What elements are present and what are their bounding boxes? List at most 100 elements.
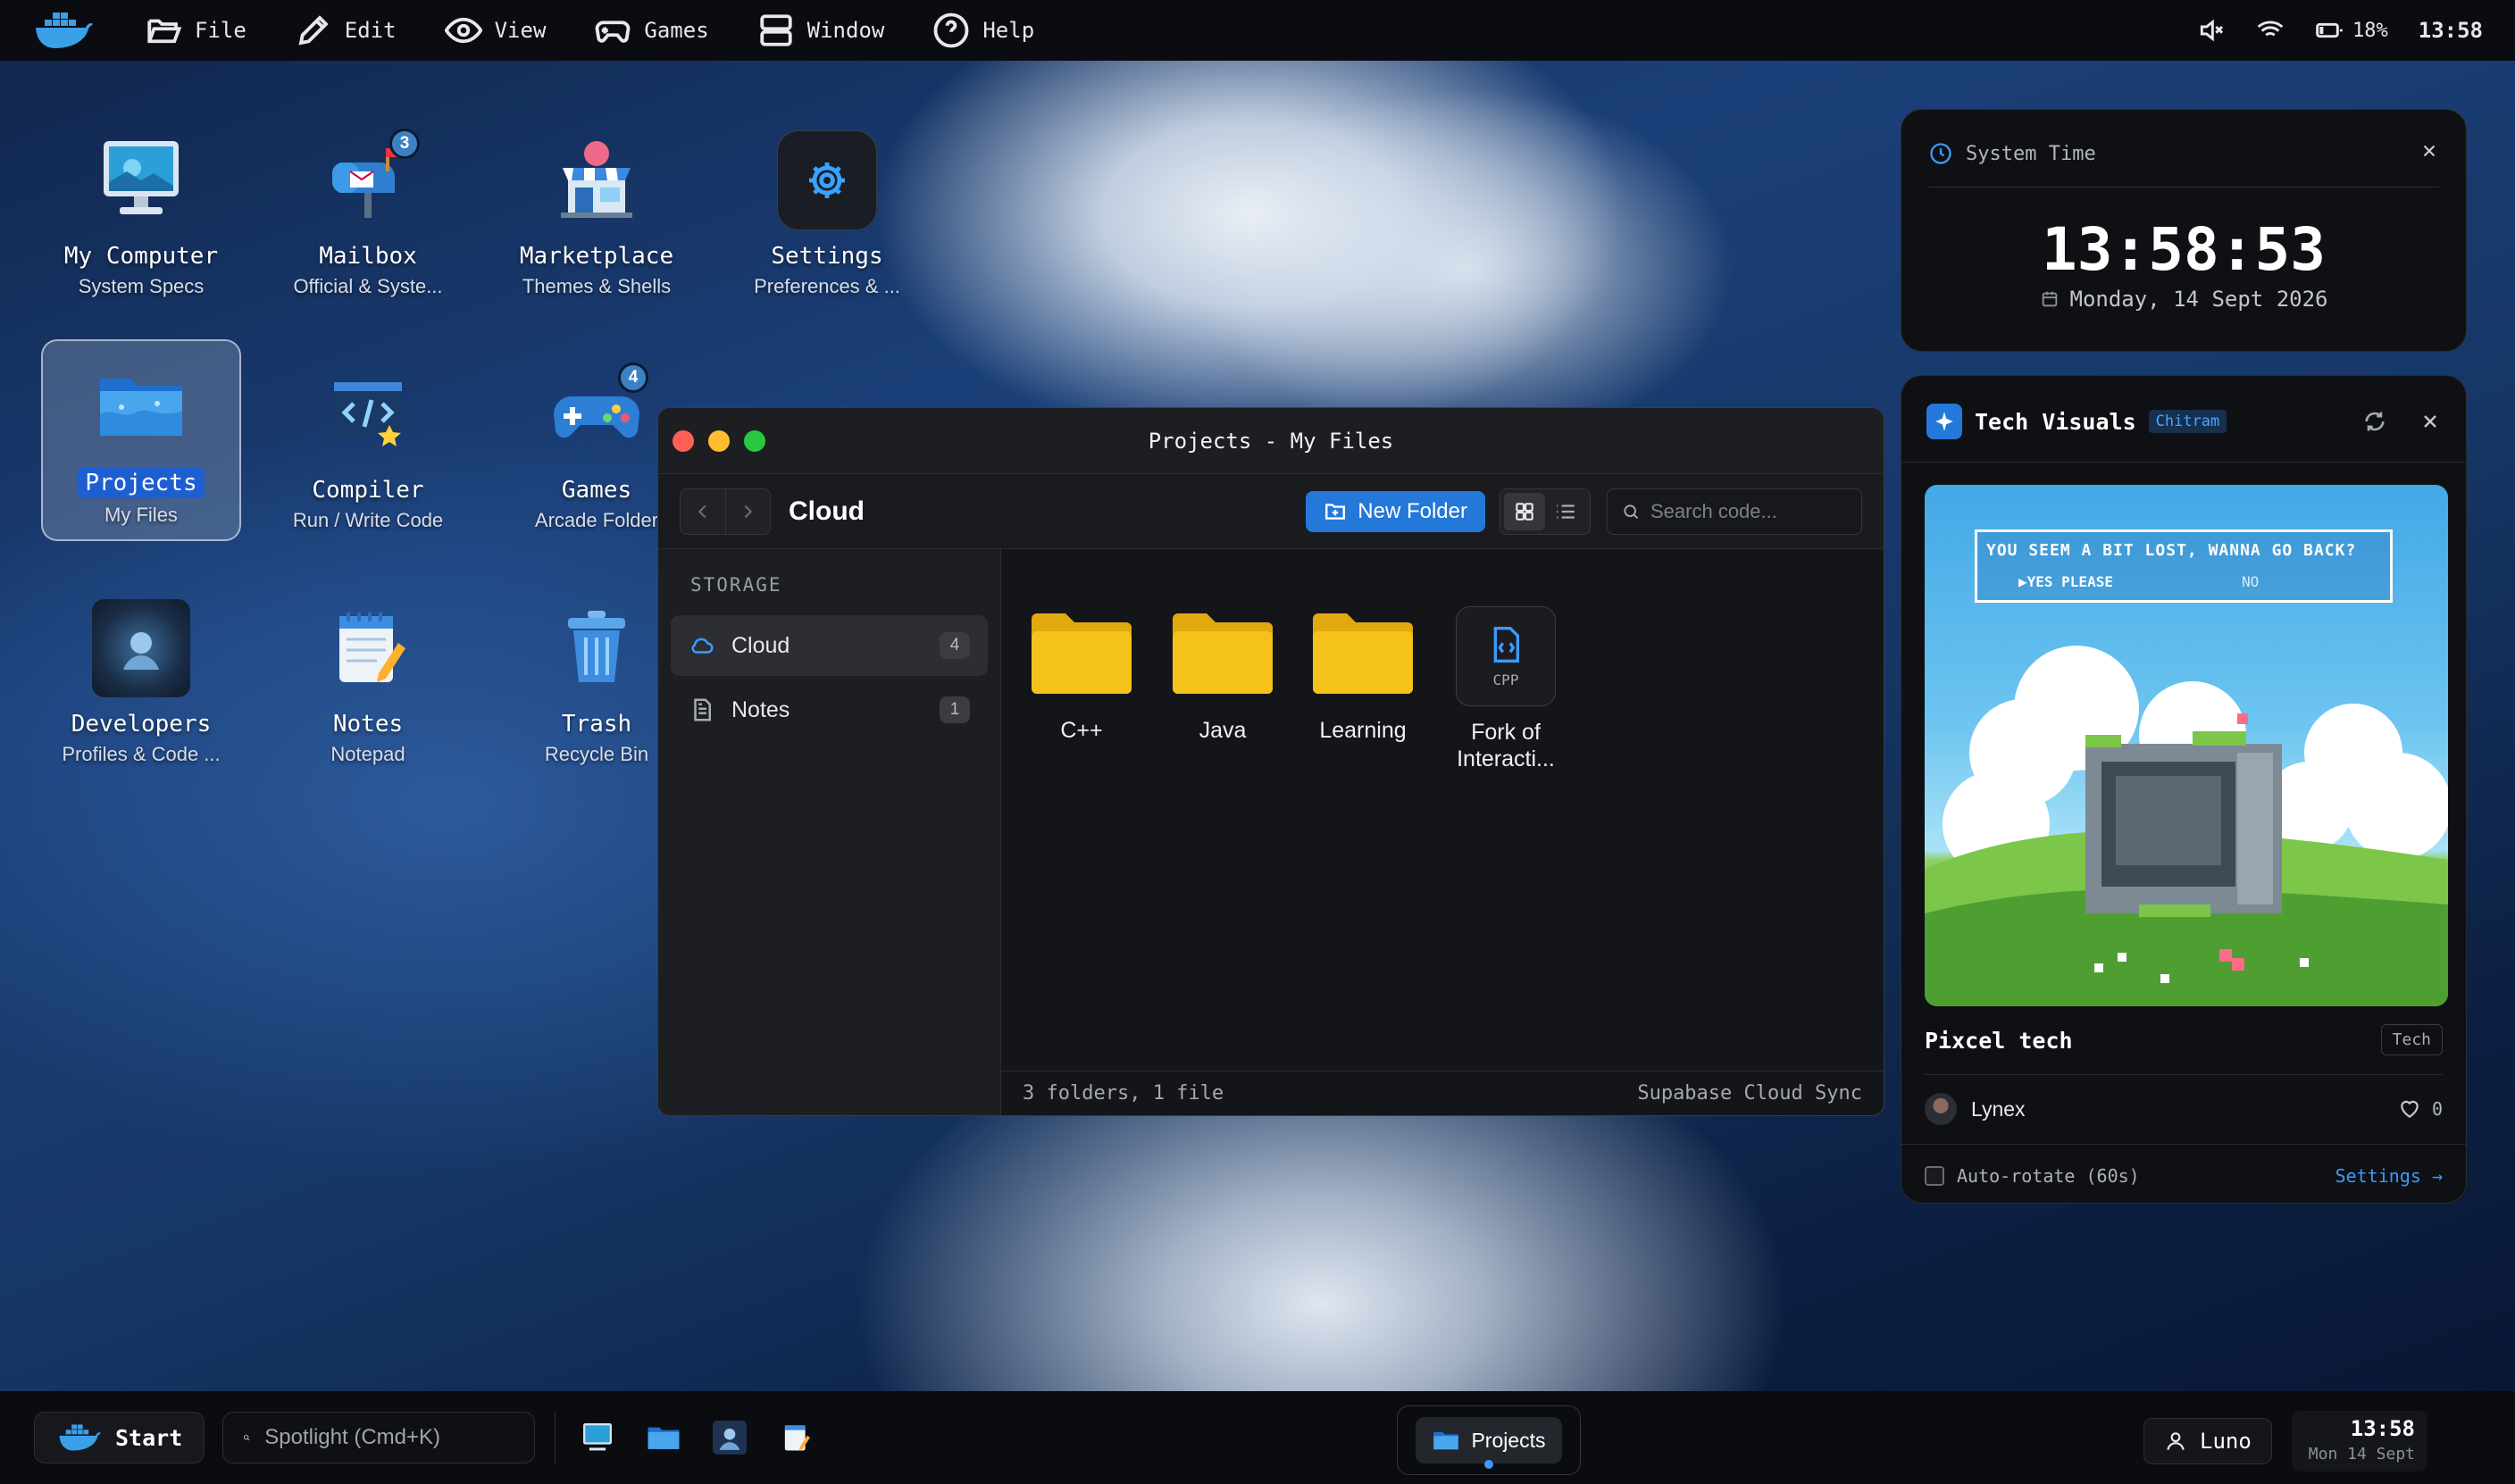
author-row: Lynex 0: [1925, 1087, 2443, 1131]
avatar[interactable]: [1925, 1093, 1957, 1125]
code-editor-icon: [334, 382, 402, 446]
battery-level: 18%: [2352, 19, 2388, 42]
date-text: Monday, 14 Sept 2026: [2069, 287, 2328, 312]
menu-window[interactable]: Window: [757, 12, 884, 49]
sidebar-header: STORAGE: [690, 574, 782, 596]
sidebar-item-cloud[interactable]: Cloud 4: [671, 615, 988, 676]
desktop-icon-settings[interactable]: Settings Preferences & ...: [727, 116, 927, 318]
file-name: Fork of Interacti...: [1457, 720, 1555, 771]
desktop-icon-title: Trash: [561, 711, 632, 738]
divider: [1901, 462, 2466, 463]
menu-games[interactable]: Games: [594, 12, 709, 49]
new-folder-label: New Folder: [1358, 498, 1467, 523]
start-button[interactable]: Start: [34, 1412, 205, 1463]
post-title: Pixcel tech: [1925, 1028, 2073, 1054]
taskbar-clock[interactable]: 13:58 Mon 14 Sept: [2292, 1411, 2427, 1471]
menubar-clock[interactable]: 13:58: [2419, 18, 2483, 43]
folder-open-icon: [147, 19, 182, 44]
desktop-icon-title: Developers: [71, 711, 212, 738]
desktop-icon-title: Compiler: [312, 477, 424, 504]
wifi-icon[interactable]: [2256, 16, 2285, 45]
help-circle-icon: [933, 13, 969, 48]
sidebar-item-label: Notes: [731, 696, 790, 722]
like-count: 0: [2431, 1098, 2443, 1120]
tech-visuals-logo: [1926, 404, 1962, 439]
divider: [1925, 1074, 2443, 1075]
menu-view[interactable]: View: [444, 12, 546, 49]
sidebar-item-notes[interactable]: Notes 1: [671, 679, 988, 740]
pinned-app-developers[interactable]: [707, 1415, 752, 1460]
widget-tag: Chitram: [2148, 410, 2227, 433]
settings-link[interactable]: Settings →: [2335, 1165, 2443, 1187]
desktop-icon-my-computer[interactable]: My Computer System Specs: [41, 116, 241, 318]
file-item-fork-of-interactive[interactable]: CPP Fork of Interacti...: [1439, 606, 1573, 772]
pixel-dialog-box: YOU SEEM A BIT LOST, WANNA GO BACK? ▶YES…: [1975, 529, 2393, 603]
window-icon: [759, 14, 792, 46]
calendar-icon: [2042, 291, 2057, 307]
digital-clock: 13:58:53: [2042, 215, 2326, 284]
pencil-icon: [298, 15, 329, 46]
pinned-app-computer[interactable]: [575, 1415, 620, 1460]
new-folder-button[interactable]: New Folder: [1306, 490, 1485, 532]
volume-mute-icon[interactable]: [2197, 16, 2226, 45]
status-bar: 3 folders, 1 file Supabase Cloud Sync: [1001, 1071, 1884, 1115]
menu-help[interactable]: Help: [932, 12, 1034, 49]
desktop-icon-compiler[interactable]: Compiler Run / Write Code: [268, 350, 468, 552]
list-view-button[interactable]: [1545, 493, 1586, 530]
spotlight-input[interactable]: [264, 1425, 515, 1450]
close-icon[interactable]: [2419, 411, 2441, 432]
search-input[interactable]: [1650, 499, 1847, 523]
auto-rotate-checkbox[interactable]: [1925, 1166, 1944, 1186]
storage-sidebar: STORAGE Cloud 4 Notes 1: [658, 549, 1001, 1115]
developer-avatar-icon: [713, 1421, 748, 1455]
folder-item-cpp[interactable]: C++: [1019, 612, 1144, 744]
file-name: Java: [1199, 718, 1247, 743]
sidebar-item-label: Cloud: [731, 632, 790, 658]
list-icon: [1557, 504, 1575, 519]
forward-button[interactable]: [724, 488, 771, 534]
window-titlebar[interactable]: Projects - My Files: [658, 408, 1884, 474]
notepad-icon: [339, 613, 405, 682]
user-button[interactable]: Luno: [2143, 1418, 2272, 1464]
desktop-icon-mailbox[interactable]: 3 Mailbox Official & Syste...: [268, 116, 468, 318]
grid-view-button[interactable]: [1504, 492, 1545, 530]
taskbar: Start Projects Luno 13:58 Mon 14 Sept: [0, 1391, 2515, 1484]
taskbar-active-app[interactable]: Projects: [1397, 1405, 1581, 1475]
like-button[interactable]: 0: [2398, 1097, 2443, 1121]
divider: [1901, 1144, 2466, 1145]
author-name[interactable]: Lynex: [1971, 1097, 2026, 1121]
menu-edit[interactable]: Edit: [295, 12, 397, 49]
pinned-app-notes[interactable]: [773, 1415, 818, 1460]
post-tag[interactable]: Tech: [2380, 1024, 2443, 1055]
taskbar-time: 13:58: [2350, 1416, 2415, 1441]
widget-title: System Time: [1966, 142, 2096, 165]
menu-file[interactable]: File: [145, 12, 246, 49]
desktop-icon-developers[interactable]: Developers Profiles & Code ...: [41, 584, 241, 786]
desktop-icon-notes[interactable]: Notes Notepad: [268, 584, 468, 786]
desktop-icon-marketplace[interactable]: Marketplace Themes & Shells: [497, 116, 697, 318]
system-time-widget: System Time 13:58:53 Monday, 14 Sept 202…: [1901, 109, 2467, 352]
close-widget-button[interactable]: [2419, 140, 2439, 167]
desktop-icon-projects[interactable]: Projects My Files: [41, 339, 241, 541]
view-toggle: [1500, 488, 1591, 535]
folder-icon: [1173, 613, 1273, 694]
clock-icon: [1930, 143, 1951, 164]
code-file-icon: [1493, 626, 1519, 663]
folder-icon: [100, 379, 182, 436]
widget-footer: Auto-rotate (60s) Settings →: [1925, 1158, 2443, 1194]
menu-file-label: File: [195, 18, 246, 43]
computer-icon: [104, 141, 179, 214]
docker-whale-logo-icon[interactable]: [32, 11, 95, 50]
refresh-icon[interactable]: [2362, 409, 2387, 434]
back-button[interactable]: [681, 489, 725, 534]
pinned-app-projects[interactable]: [641, 1415, 686, 1460]
battery-indicator[interactable]: 18%: [2315, 16, 2388, 45]
tech-visuals-widget: Tech Visuals Chitram YOU SEEM A BIT LOST…: [1901, 375, 2467, 1204]
folder-item-learning[interactable]: Learning: [1300, 612, 1425, 744]
start-label: Start: [115, 1424, 183, 1451]
battery-icon: [2316, 22, 2343, 38]
folder-item-java[interactable]: Java: [1160, 612, 1285, 744]
file-manager-window[interactable]: Projects - My Files Cloud New Folder STO…: [657, 407, 1884, 1116]
pixel-art-image[interactable]: YOU SEEM A BIT LOST, WANNA GO BACK? ▶YES…: [1925, 485, 2448, 1006]
divider: [1928, 187, 2439, 188]
